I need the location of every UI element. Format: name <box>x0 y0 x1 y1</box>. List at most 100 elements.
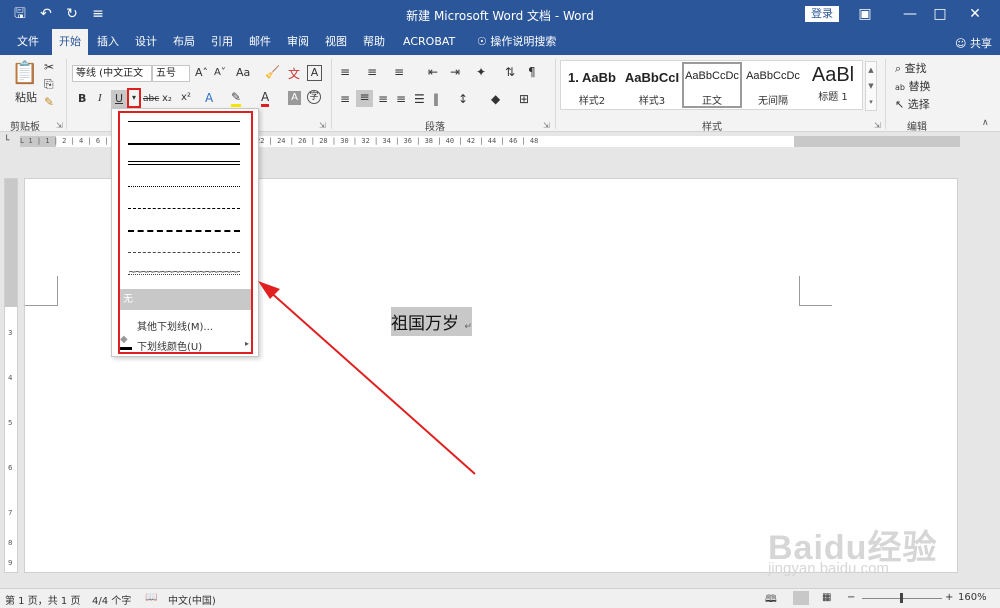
highlight-color-icon[interactable]: ✎ <box>231 90 242 107</box>
style-item[interactable]: AaBl 标题 1 <box>803 62 863 108</box>
distributed-icon[interactable]: ☰ <box>414 92 425 106</box>
align-left-icon[interactable]: ≡ <box>340 92 350 106</box>
status-bar: 第 1 页，共 1 页 4/4 个字 📖 中文(中国) 🕮 ▦ − + 160% <box>0 588 1000 608</box>
print-layout-icon[interactable] <box>793 591 809 605</box>
style-item[interactable]: 1. AaBb 样式2 <box>562 62 622 108</box>
paragraph-launcher-icon[interactable]: ⇲ <box>543 121 550 130</box>
subscript-button[interactable]: x₂ <box>162 93 172 104</box>
tab-layout[interactable]: 布局 <box>166 29 202 55</box>
decrease-indent-icon[interactable]: ⇤ <box>428 65 438 79</box>
sort-icon[interactable]: ⇅ <box>505 65 515 79</box>
find-button[interactable]: ⌕ 查找 <box>895 60 927 76</box>
cut-icon[interactable]: ✂ <box>44 60 54 74</box>
shrink-font-icon[interactable]: A˅ <box>214 67 226 78</box>
style-item[interactable]: AaBbCcI 样式3 <box>622 62 682 108</box>
character-border-icon[interactable]: A <box>307 65 322 81</box>
select-button[interactable]: ↖ 选择 <box>895 96 930 112</box>
borders-icon[interactable]: ⊞ <box>519 92 529 106</box>
underline-dash-dot[interactable] <box>128 252 240 253</box>
read-mode-icon[interactable]: 🕮 <box>765 592 777 608</box>
justify-icon[interactable]: ≡ <box>396 92 406 106</box>
font-size-combo[interactable]: 五号 <box>152 65 190 82</box>
underline-button[interactable]: U <box>111 90 127 108</box>
underline-thick[interactable] <box>128 143 240 145</box>
maximize-icon[interactable]: □ <box>925 3 955 25</box>
phonetic-guide-icon[interactable]: 文 <box>288 65 300 82</box>
columns-icon[interactable]: ‖ <box>433 92 439 106</box>
tab-review[interactable]: 审阅 <box>280 29 316 55</box>
tab-file[interactable]: 文件 <box>10 29 46 55</box>
show-marks-icon[interactable]: ¶ <box>528 65 536 79</box>
collapse-ribbon-icon[interactable]: ∧ <box>982 118 989 128</box>
bullets-icon[interactable]: ≡ <box>340 65 350 79</box>
underline-dotted[interactable] <box>128 186 240 187</box>
underline-wave[interactable]: ~~~~~~~~~~~~~~~~~~~~~~~~~~~~ <box>128 270 240 276</box>
zoom-out-icon[interactable]: − <box>847 592 855 603</box>
ribbon-display-icon[interactable]: ▣ <box>850 3 880 25</box>
styles-launcher-icon[interactable]: ⇲ <box>874 121 881 130</box>
underline-single[interactable] <box>128 121 240 122</box>
tell-me-search[interactable]: ☉ 操作说明搜索 <box>470 29 563 55</box>
increase-indent-icon[interactable]: ⇥ <box>450 65 460 79</box>
chinese-layout-icon[interactable]: ✦ <box>476 65 486 79</box>
tab-design[interactable]: 设计 <box>128 29 164 55</box>
selected-text[interactable]: 祖国万岁 ↵ <box>391 307 472 336</box>
minimize-icon[interactable]: — <box>895 3 925 25</box>
language-status[interactable]: 中文(中国) <box>168 592 216 607</box>
tab-insert[interactable]: 插入 <box>90 29 126 55</box>
numbering-icon[interactable]: ≡ <box>367 65 377 79</box>
enclose-characters-icon[interactable]: 字 <box>307 90 321 104</box>
underline-dropdown-button[interactable]: ▾ <box>127 88 141 108</box>
style-name: 样式3 <box>638 96 666 107</box>
underline-none-option[interactable]: 无 <box>120 289 251 310</box>
word-count[interactable]: 4/4 个字 <box>92 592 131 607</box>
tab-acrobat[interactable]: ACROBAT <box>396 29 462 55</box>
underline-double[interactable] <box>128 161 240 165</box>
shading-icon[interactable]: ◆ <box>491 92 500 106</box>
tab-help[interactable]: 帮助 <box>356 29 392 55</box>
more-underlines-item[interactable]: 其他下划线(M)... <box>137 318 213 333</box>
close-icon[interactable]: ✕ <box>960 3 990 25</box>
style-item[interactable]: AaBbCcDc 无间隔 <box>743 62 803 108</box>
zoom-slider-thumb[interactable] <box>900 593 903 603</box>
format-painter-icon[interactable]: ✎ <box>44 95 54 109</box>
text-effects-icon[interactable]: A <box>205 91 213 105</box>
underline-color-item[interactable]: 下划线颜色(U) <box>137 338 202 353</box>
underline-long-dash[interactable] <box>128 230 240 232</box>
bold-button[interactable]: B <box>78 92 86 105</box>
clipboard-launcher-icon[interactable]: ⇲ <box>56 121 63 130</box>
cursor-icon: ↖ <box>895 98 905 111</box>
clear-format-icon[interactable]: 🧹 <box>265 65 280 79</box>
tab-selector-icon[interactable]: └ <box>4 136 9 146</box>
strikethrough-button[interactable]: abc <box>143 94 159 104</box>
tab-mailings[interactable]: 邮件 <box>242 29 278 55</box>
change-case-button[interactable]: Aa <box>236 66 250 79</box>
font-name-combo[interactable]: 等线 (中文正文 <box>72 65 152 82</box>
proofing-icon[interactable]: 📖 <box>145 592 157 603</box>
copy-icon[interactable]: ⎘ <box>44 77 54 92</box>
style-item-selected[interactable]: AaBbCcDc 正文 <box>682 62 742 108</box>
underline-dashed[interactable] <box>128 208 240 209</box>
styles-scroll-icon[interactable]: ▲ ▼ ▾ <box>865 61 877 111</box>
zoom-level[interactable]: 160% <box>958 592 987 603</box>
tab-home[interactable]: 开始 <box>52 29 88 55</box>
grow-font-icon[interactable]: A˄ <box>195 66 208 79</box>
line-spacing-icon[interactable]: ↕ <box>458 92 468 106</box>
zoom-in-icon[interactable]: + <box>945 592 953 603</box>
tab-references[interactable]: 引用 <box>204 29 240 55</box>
character-shading-icon[interactable]: A <box>288 91 301 105</box>
paste-button[interactable]: 粘贴 <box>12 89 40 105</box>
tab-view[interactable]: 视图 <box>318 29 354 55</box>
web-layout-icon[interactable]: ▦ <box>822 592 831 603</box>
italic-button[interactable]: I <box>98 92 102 104</box>
font-color-icon[interactable]: A <box>261 90 270 107</box>
login-button[interactable]: 登录 <box>805 6 839 22</box>
align-center-icon[interactable]: ≡ <box>356 90 373 107</box>
page-count[interactable]: 第 1 页，共 1 页 <box>5 592 80 607</box>
font-launcher-icon[interactable]: ⇲ <box>319 121 326 130</box>
multilevel-list-icon[interactable]: ≡ <box>394 65 404 79</box>
replace-button[interactable]: ab 替换 <box>895 78 930 94</box>
align-right-icon[interactable]: ≡ <box>378 92 388 106</box>
share-button[interactable]: ☺ 共享 <box>955 35 992 51</box>
superscript-button[interactable]: x² <box>181 92 191 103</box>
